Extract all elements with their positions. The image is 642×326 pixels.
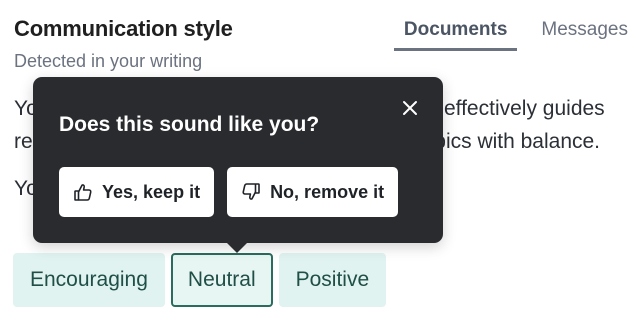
tag-encouraging[interactable]: Encouraging bbox=[13, 253, 165, 307]
feedback-popover: Does this sound like you? Yes, keep it N… bbox=[33, 77, 443, 243]
keep-button-label: Yes, keep it bbox=[102, 181, 201, 202]
thumbs-up-icon bbox=[73, 182, 93, 202]
remove-button[interactable]: No, remove it bbox=[227, 167, 399, 217]
view-tabs: Documents Messages bbox=[393, 19, 628, 51]
tag-positive[interactable]: Positive bbox=[278, 253, 387, 307]
tab-documents[interactable]: Documents bbox=[393, 19, 518, 51]
thumbs-down-icon bbox=[241, 182, 261, 202]
tab-messages[interactable]: Messages bbox=[541, 19, 628, 51]
popover-title: Does this sound like you? bbox=[59, 113, 320, 136]
remove-button-label: No, remove it bbox=[270, 181, 385, 202]
popover-arrow bbox=[227, 243, 247, 253]
tag-neutral[interactable]: Neutral bbox=[170, 253, 273, 307]
section-subtitle: Detected in your writing bbox=[14, 51, 203, 71]
section-title: Communication style bbox=[14, 16, 233, 41]
communication-style-panel: Communication style Detected in your wri… bbox=[0, 0, 642, 326]
popover-actions: Yes, keep it No, remove it bbox=[59, 167, 399, 217]
keep-button[interactable]: Yes, keep it bbox=[59, 167, 215, 217]
close-icon[interactable] bbox=[399, 97, 421, 119]
style-tags: Encouraging Neutral Positive bbox=[13, 253, 387, 307]
